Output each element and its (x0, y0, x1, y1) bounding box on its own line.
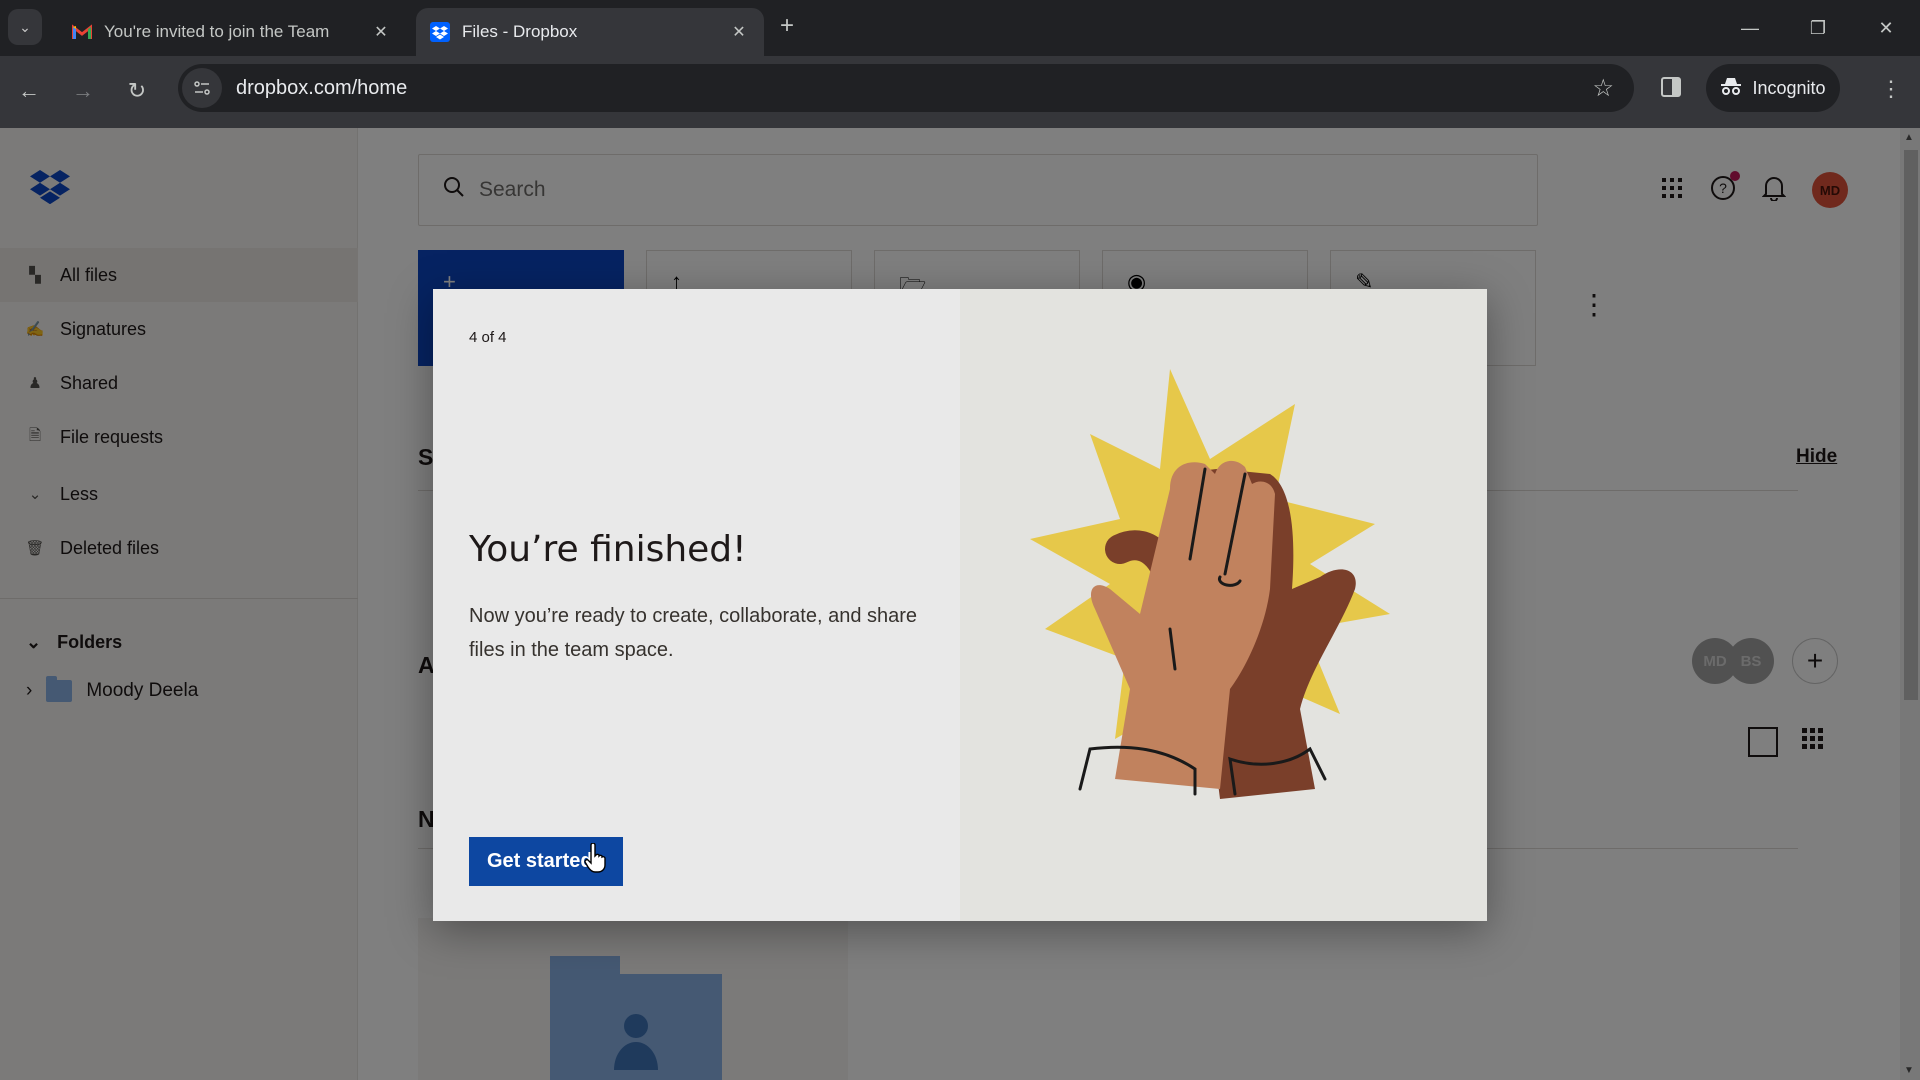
browser-menu-icon[interactable]: ⋮ (1880, 76, 1902, 102)
site-info-icon[interactable] (182, 68, 222, 108)
restore-icon[interactable]: ❐ (1784, 0, 1852, 56)
tab-dropbox[interactable]: Files - Dropbox ✕ (416, 8, 764, 56)
hand-cursor-icon (583, 842, 607, 878)
incognito-icon (1720, 76, 1742, 101)
incognito-label: Incognito (1752, 77, 1826, 98)
new-tab-button[interactable]: + (780, 12, 794, 40)
dropbox-icon (430, 22, 450, 42)
modal-title: You’re finished! (469, 529, 747, 570)
step-indicator: 4 of 4 (469, 329, 507, 346)
forward-icon[interactable]: → (68, 78, 98, 104)
window-controls: — ❐ ✕ (1716, 0, 1920, 56)
tab-search-button[interactable]: ⌄ (8, 9, 42, 45)
side-panel-icon[interactable] (1660, 76, 1682, 103)
reload-icon[interactable]: ↻ (122, 78, 152, 104)
tab-title: You're invited to join the Team (104, 22, 330, 41)
close-tab-icon[interactable]: ✕ (370, 22, 392, 42)
back-icon[interactable]: ← (14, 78, 44, 104)
onboarding-modal: 4 of 4 You’re finished! Now you’re ready… (433, 289, 1487, 921)
modal-description: Now you’re ready to create, collaborate,… (469, 605, 918, 661)
minimize-icon[interactable]: — (1716, 0, 1784, 56)
chevron-down-icon: ⌄ (19, 18, 31, 35)
bookmark-star-icon[interactable]: ☆ (1592, 74, 1614, 103)
close-window-icon[interactable]: ✕ (1852, 0, 1920, 56)
close-tab-icon[interactable]: ✕ (728, 22, 750, 42)
modal-text-panel: 4 of 4 You’re finished! Now you’re ready… (433, 289, 960, 921)
browser-toolbar: ← → ↻ dropbox.com/home ☆ Incognito ⋮ (0, 56, 1920, 128)
address-bar[interactable]: dropbox.com/home ☆ (178, 64, 1634, 112)
url-text: dropbox.com/home (236, 76, 408, 99)
high-five-illustration (1030, 369, 1390, 799)
tab-gmail[interactable]: You're invited to join the Team ✕ (58, 8, 406, 56)
gmail-icon (72, 22, 92, 42)
tab-title: Files - Dropbox (462, 22, 578, 41)
modal-illustration-panel (960, 289, 1487, 921)
browser-tab-bar: ⌄ You're invited to join the Team ✕ File… (0, 0, 1920, 56)
incognito-indicator[interactable]: Incognito (1706, 64, 1840, 112)
